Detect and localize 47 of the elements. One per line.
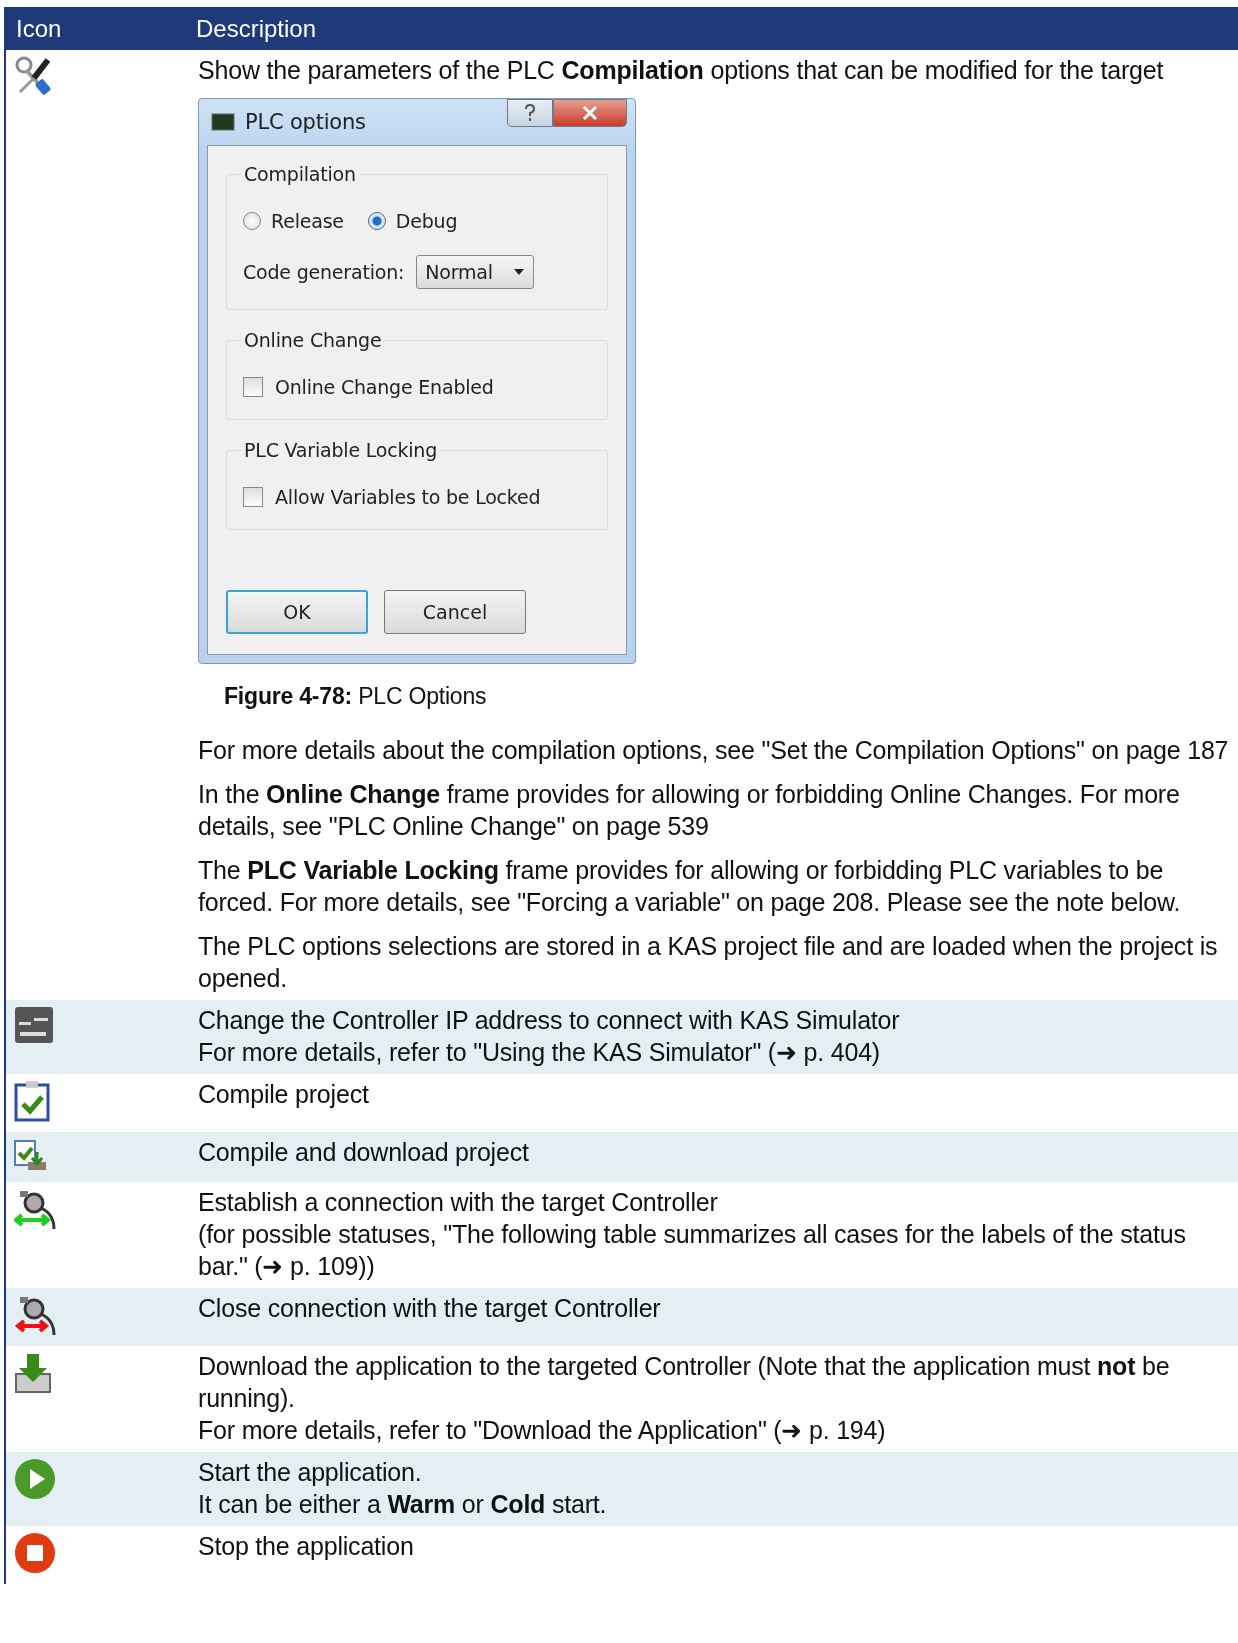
checkbox-label: Allow Variables to be Locked xyxy=(275,485,541,509)
radio-button[interactable] xyxy=(243,212,261,230)
description-text: Change the Controller IP address to connect with KAS Simulator xyxy=(198,1005,901,1036)
help-icon xyxy=(523,104,537,122)
description-text: Download the application to the targeted Controller (Note that the application must not be running). xyxy=(198,1351,1171,1414)
description-text: Close connection with the target Controller xyxy=(198,1293,662,1324)
description-text: Stop the application xyxy=(198,1531,415,1562)
dropdown[interactable]: Normal xyxy=(416,255,534,289)
plug-connect-icon xyxy=(14,1188,56,1230)
dialog-button[interactable]: Cancel xyxy=(384,590,526,634)
close-icon xyxy=(582,106,598,120)
column-header: Description xyxy=(196,14,317,43)
description-text: Start the application. xyxy=(198,1457,423,1488)
description-text: (for possible statuses, "The following table summarizes all cases for the labels of the status bar." (➜ p. 109)) xyxy=(198,1219,1187,1282)
checkbox[interactable] xyxy=(243,487,263,507)
help-button[interactable] xyxy=(507,99,553,127)
description-text: Establish a connection with the target Controller xyxy=(198,1187,719,1218)
radio-label: Release xyxy=(271,209,344,233)
dialog-button[interactable]: OK xyxy=(226,590,368,634)
clipboard-check-icon xyxy=(14,1080,50,1122)
description-text: The PLC Variable Locking frame provides for allowing or forbidding PLC variables to be forced. For more details, see "Forcing a variable" on page 208. Please see the note below. xyxy=(198,855,1182,918)
clipboard-download-icon xyxy=(14,1138,48,1172)
description-text: It can be either a Warm or Cold start. xyxy=(198,1489,608,1520)
figure-caption: Figure 4-78: PLC Options xyxy=(224,682,488,711)
description-text: Compile project xyxy=(198,1079,370,1110)
checkbox-label: Online Change Enabled xyxy=(275,375,494,399)
description-text: Compile and download project xyxy=(198,1137,530,1168)
network-settings-icon xyxy=(14,1006,54,1044)
caret-icon xyxy=(512,268,525,276)
plug-disconnect-icon xyxy=(14,1294,56,1336)
description-text: Show the parameters of the PLC Compilation options that can be modified for the target xyxy=(198,55,1165,86)
description-text: In the Online Change frame provides for allowing or forbidding Online Changes. For more details, see "PLC Online Change" on page 539 xyxy=(198,779,1181,842)
column-header: Icon xyxy=(15,14,63,43)
description-text: For more details, refer to "Using the KAS Simulator" (➜ p. 404) xyxy=(198,1037,881,1068)
field-label: Code generation: xyxy=(243,260,405,284)
stop-icon xyxy=(14,1532,56,1574)
description-text: For more details about the compilation options, see "Set the Compilation Options" on page 187 xyxy=(198,735,1230,766)
app-icon xyxy=(211,113,235,131)
download-icon xyxy=(14,1352,52,1394)
close-button[interactable] xyxy=(553,99,627,127)
radio-label: Debug xyxy=(395,209,458,233)
window-title: PLC options xyxy=(245,110,366,134)
play-icon xyxy=(14,1458,56,1500)
description-text: The PLC options selections are stored in a KAS project file and are loaded when the project is opened. xyxy=(198,931,1219,994)
checkbox[interactable] xyxy=(243,377,263,397)
description-text: For more details, refer to "Download the Application" (➜ p. 194) xyxy=(198,1415,887,1446)
radio-button[interactable] xyxy=(367,212,386,230)
